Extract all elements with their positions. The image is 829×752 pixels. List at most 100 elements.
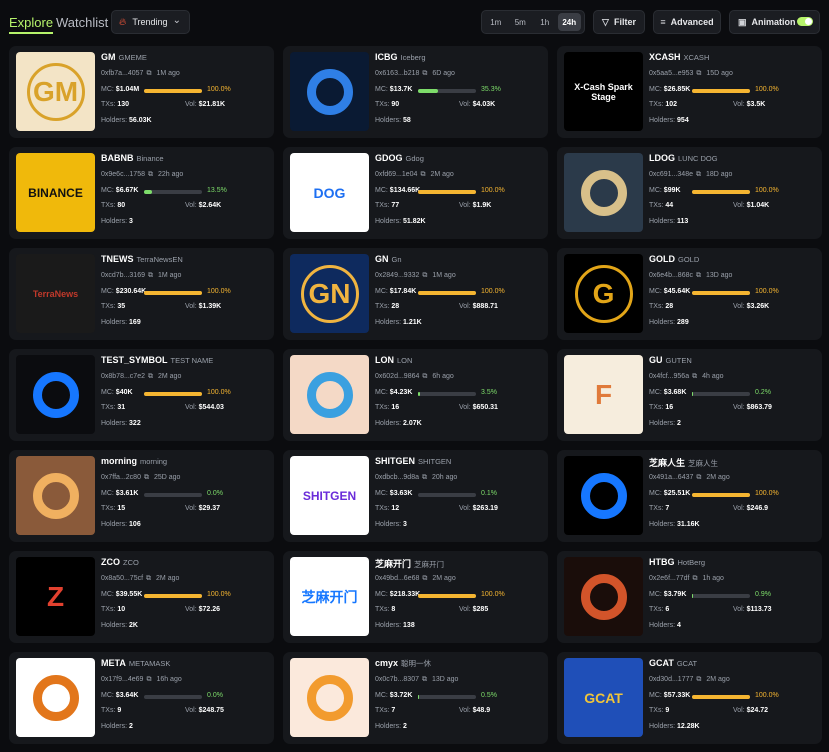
copy-icon[interactable]: ⧉ (422, 474, 427, 481)
copy-icon[interactable]: ⧉ (148, 373, 153, 380)
token-name[interactable]: BABNB Binance (101, 153, 164, 163)
token-name[interactable]: GU GUTEN (649, 355, 692, 365)
token-card[interactable]: GCAT GCAT GCAT 0xd30d...1777 ⧉ 2M ago MC: $57.… (557, 652, 822, 744)
copy-icon[interactable]: ⧉ (692, 575, 697, 582)
mc-label: MC: (375, 692, 388, 699)
copy-icon[interactable]: ⧉ (148, 171, 153, 178)
token-name[interactable]: GOLD GOLD (649, 254, 699, 264)
tab-watchlist[interactable]: Watchlist (56, 15, 108, 30)
mc-value: $99K (663, 187, 681, 194)
token-card[interactable]: cmyx 聪明一休 0x0c7b...8307 ⧉ 13D ago MC: $3.72K 0… (283, 652, 548, 744)
bonding-progress-percent: 100.0% (755, 490, 779, 497)
token-name[interactable]: TEST_SYMBOL TEST NAME (101, 355, 213, 365)
token-card[interactable]: SHITGEN SHITGEN SHITGEN 0xdbcb...9d8a ⧉ 20h a… (283, 450, 548, 542)
bonding-progress-fill (418, 190, 476, 194)
token-name[interactable]: GM GMEME (101, 52, 147, 62)
copy-icon[interactable]: ⧉ (148, 272, 153, 279)
token-name[interactable]: XCASH XCASH (649, 52, 709, 62)
token-card[interactable]: F GU GUTEN 0x4fcf...956a ⧉ 4h ago MC: $3.68K 0.… (557, 349, 822, 441)
token-card[interactable]: HTBG HotBerg 0x2e6f...77df ⧉ 1h ago MC: $3.79… (557, 551, 822, 643)
holders-value: 51.82K (403, 218, 426, 225)
copy-icon[interactable]: ⧉ (422, 575, 427, 582)
tab-explore[interactable]: Explore (9, 15, 54, 34)
sort-select[interactable]: 🔥︎ Trending ⌄ (111, 10, 190, 34)
token-full-name: TEST NAME (170, 356, 214, 365)
token-card[interactable]: 芝麻人生 芝麻人生 0x491a...6437 ⧉ 2M ago MC: $25.51K 1… (557, 450, 822, 542)
token-card[interactable]: Z ZCO ZCO 0x8a50...75cf ⧉ 2M ago MC: $39.55K 10… (9, 551, 274, 643)
token-card[interactable]: G GOLD GOLD 0x6e4b...868c ⧉ 13D ago MC: $45.64… (557, 248, 822, 340)
token-name[interactable]: META METAMASK (101, 658, 170, 668)
token-card[interactable]: morning morning 0x7ffa...2c80 ⧉ 25D ago MC: $… (9, 450, 274, 542)
token-age: 1M ago (157, 272, 182, 279)
token-name[interactable]: LON LON (375, 355, 412, 365)
token-age: 16h ago (156, 676, 182, 683)
token-name[interactable]: 芝麻人生 芝麻人生 (649, 456, 718, 469)
token-name[interactable]: morning morning (101, 456, 167, 466)
txs-label: TXs: (649, 505, 664, 512)
token-card[interactable]: X-Cash Spark Stage XCASH XCASH 0x5aa5...e95… (557, 46, 822, 138)
copy-icon[interactable]: ⧉ (420, 171, 425, 178)
token-card[interactable]: DOG GDOG Gdog 0xfd69...1e04 ⧉ 2M ago MC: $134.… (283, 147, 548, 239)
timeframe-1m[interactable]: 1m (484, 13, 508, 31)
market-cap-row: MC: $17.84K 100.0% (375, 288, 545, 295)
timeframe-5m[interactable]: 5m (509, 13, 533, 31)
timeframe-1h[interactable]: 1h (533, 13, 557, 31)
copy-icon[interactable]: ⧉ (696, 474, 701, 481)
token-name[interactable]: HTBG HotBerg (649, 557, 705, 567)
token-card[interactable]: BINANCE BABNB Binance 0x9e6c...1758 ⧉ 22h ago… (9, 147, 274, 239)
token-card[interactable]: GN GN Gn 0x2849...9332 ⧉ 1M ago MC: $17.84K 100… (283, 248, 548, 340)
token-image (16, 355, 95, 434)
bonding-progress-fill (144, 392, 202, 396)
copy-icon[interactable]: ⧉ (696, 70, 701, 77)
token-card[interactable]: 芝麻开门 芝麻开门 芝麻开门 0x49bd...6e68 ⧉ 2M ago MC: $218… (283, 551, 548, 643)
copy-icon[interactable]: ⧉ (146, 575, 151, 582)
token-card[interactable]: META METAMASK 0x17f9...4e69 ⧉ 16h ago MC: $3.… (9, 652, 274, 744)
vol-value: $2.64K (198, 202, 222, 209)
vol-value: $21.81K (198, 101, 226, 108)
token-symbol: BABNB (101, 153, 134, 163)
filter-button[interactable]: ▽ Filter (593, 10, 645, 34)
copy-icon[interactable]: ⧉ (692, 373, 697, 380)
copy-icon[interactable]: ⧉ (696, 171, 701, 178)
copy-icon[interactable]: ⧉ (422, 70, 427, 77)
holders-value: 322 (129, 420, 141, 427)
advanced-button[interactable]: ≡ Advanced (653, 10, 721, 34)
token-name[interactable]: SHITGEN SHITGEN (375, 456, 451, 466)
token-card[interactable]: LDOG LUNC DOG 0xc691...348e ⧉ 18D ago MC: $99… (557, 147, 822, 239)
token-name[interactable]: LDOG LUNC DOG (649, 153, 718, 163)
animation-toggle[interactable]: ▣ Animation (729, 10, 820, 34)
token-address-row: 0xfd69...1e04 ⧉ 2M ago (375, 171, 454, 179)
holders-row: Holders: 12.28K (649, 723, 700, 730)
token-card[interactable]: ICBG Iceberg 0x6163...b218 ⧉ 6D ago MC: $13.7… (283, 46, 548, 138)
token-name[interactable]: TNEWS TerraNewsEN (101, 254, 183, 264)
token-image-text: BINANCE (28, 185, 83, 200)
copy-icon[interactable]: ⧉ (422, 272, 427, 279)
holders-row: Holders: 4 (649, 622, 681, 629)
copy-icon[interactable]: ⧉ (146, 676, 151, 683)
txs-row: TXs: 44 (649, 202, 673, 209)
token-name[interactable]: cmyx 聪明一休 (375, 658, 431, 669)
timeframe-24h[interactable]: 24h (557, 13, 581, 31)
market-cap-row: MC: $13.7K 35.3% (375, 86, 545, 93)
token-name[interactable]: ZCO ZCO (101, 557, 139, 567)
token-name[interactable]: GCAT GCAT (649, 658, 697, 668)
holders-value: 12.28K (677, 723, 700, 730)
token-card[interactable]: TEST_SYMBOL TEST NAME 0x8b78...c7e2 ⧉ 2M ago… (9, 349, 274, 441)
toggle-switch[interactable] (797, 17, 813, 26)
mc-label: MC: (375, 86, 388, 93)
token-name[interactable]: GDOG Gdog (375, 153, 424, 163)
token-card[interactable]: GM GM GMEME 0xfb7a...4057 ⧉ 1M ago MC: $1.04M 1… (9, 46, 274, 138)
copy-icon[interactable]: ⧉ (422, 373, 427, 380)
bonding-progress-bar (418, 695, 476, 699)
chevron-down-icon: ⌄ (172, 15, 181, 26)
copy-icon[interactable]: ⧉ (696, 676, 701, 683)
copy-icon[interactable]: ⧉ (146, 70, 151, 77)
token-name[interactable]: 芝麻开门 芝麻开门 (375, 557, 444, 570)
token-card[interactable]: TerraNews TNEWS TerraNewsEN 0xcd7b...3169 ⧉ 1… (9, 248, 274, 340)
token-name[interactable]: GN Gn (375, 254, 402, 264)
copy-icon[interactable]: ⧉ (422, 676, 427, 683)
token-card[interactable]: LON LON 0x602d...9864 ⧉ 6h ago MC: $4.23K 3.5%… (283, 349, 548, 441)
copy-icon[interactable]: ⧉ (696, 272, 701, 279)
copy-icon[interactable]: ⧉ (144, 474, 149, 481)
token-name[interactable]: ICBG Iceberg (375, 52, 426, 62)
